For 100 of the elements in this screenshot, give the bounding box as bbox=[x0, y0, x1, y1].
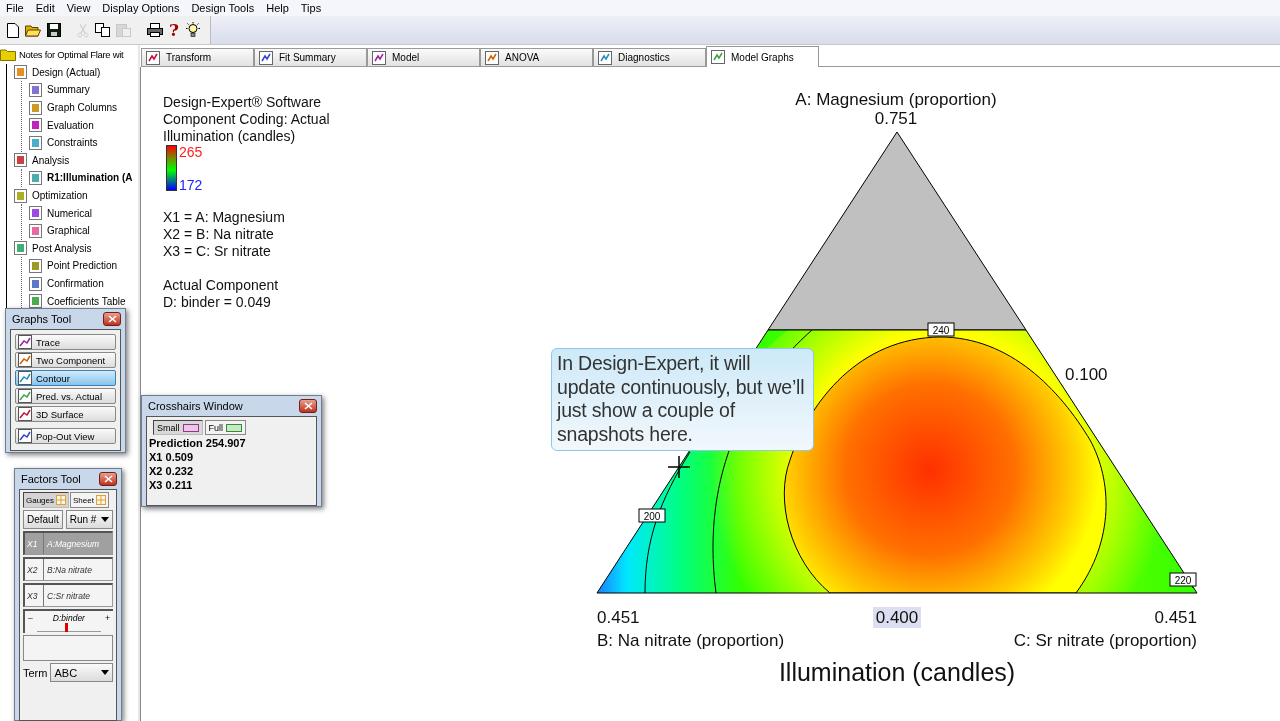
tree-item[interactable]: Summary bbox=[46, 84, 91, 96]
legend-text: D: binder = 0.049 bbox=[163, 294, 272, 311]
document-icon bbox=[29, 100, 42, 115]
tree-item[interactable]: R1:Illumination (A bbox=[46, 172, 134, 184]
graph-type-button[interactable]: 3D Surface bbox=[15, 406, 116, 422]
chart-icon bbox=[598, 50, 612, 65]
legend-text: Design-Expert® Software bbox=[163, 94, 323, 111]
factor-value: X2 0.232 bbox=[149, 464, 195, 478]
document-icon bbox=[29, 83, 42, 97]
crosshair-icon[interactable] bbox=[667, 455, 691, 479]
slider-thumb[interactable] bbox=[64, 623, 68, 632]
factor-gauge[interactable]: X2 B:Na nitrate bbox=[23, 557, 113, 581]
tab[interactable]: Small bbox=[153, 420, 203, 435]
graph-type-button[interactable]: Pred. vs. Actual bbox=[15, 388, 116, 404]
legend-text: X3 = C: Sr nitrate bbox=[163, 243, 272, 260]
document-icon bbox=[14, 65, 27, 80]
axis-value: 0.751 bbox=[874, 109, 918, 128]
tree-item[interactable]: Optimization bbox=[31, 190, 89, 202]
tree-item[interactable]: Notes for Optimal Flare wit bbox=[18, 49, 125, 61]
help-button[interactable]: ? bbox=[166, 19, 182, 41]
minus-label: – bbox=[28, 613, 33, 623]
chart-icon bbox=[485, 50, 499, 65]
document-icon bbox=[7, 22, 19, 38]
tree-item[interactable]: Numerical bbox=[46, 207, 93, 219]
light-bulb-icon bbox=[184, 22, 201, 38]
menu-item[interactable]: Edit bbox=[29, 2, 61, 14]
text-area[interactable] bbox=[23, 635, 113, 661]
tab[interactable]: Gauges bbox=[23, 492, 70, 508]
grid-icon bbox=[95, 495, 106, 505]
tab[interactable]: Full bbox=[204, 420, 247, 435]
tree-item[interactable]: Analysis bbox=[31, 154, 71, 166]
legend-text: Actual Component bbox=[163, 277, 280, 294]
selected-axis-value[interactable]: 0.400 bbox=[873, 607, 921, 628]
color-scale-bar bbox=[166, 145, 177, 191]
close-button[interactable] bbox=[99, 472, 117, 486]
tree-item[interactable]: Coefficients Table bbox=[46, 295, 127, 307]
chart-icon bbox=[18, 389, 32, 403]
axis-title: C: Sr nitrate (proportion) bbox=[1013, 631, 1197, 650]
tab[interactable]: ANOVA bbox=[480, 48, 593, 67]
grid-icon bbox=[56, 495, 67, 505]
tab[interactable]: Transform bbox=[141, 48, 254, 67]
slider[interactable]: – D:binder + bbox=[23, 609, 113, 633]
menu-item[interactable]: Help bbox=[260, 2, 295, 14]
legend-text: Component Coding: Actual bbox=[163, 111, 331, 128]
default-button[interactable]: Default bbox=[23, 510, 63, 529]
term-dropdown[interactable]: ABC bbox=[50, 663, 113, 682]
tab[interactable]: Diagnostics bbox=[593, 48, 706, 67]
term-label: Term bbox=[23, 666, 48, 679]
folder-icon bbox=[25, 23, 41, 37]
graph-type-button[interactable]: Trace bbox=[15, 334, 116, 350]
run-dropdown[interactable]: Run # bbox=[65, 510, 113, 529]
tab[interactable]: Model bbox=[367, 48, 480, 67]
table-icon bbox=[226, 423, 243, 432]
menu-item[interactable]: Tips bbox=[294, 2, 328, 14]
document-icon bbox=[29, 294, 42, 309]
close-button[interactable] bbox=[103, 312, 121, 326]
chart-icon bbox=[18, 335, 32, 349]
factor-gauge[interactable]: X3 C:Sr nitrate bbox=[23, 583, 113, 607]
tab[interactable]: Model Graphs bbox=[706, 46, 819, 67]
axis-value: 0.100 bbox=[1065, 365, 1108, 384]
tree-item[interactable]: Confirmation bbox=[46, 278, 105, 289]
menu-item[interactable]: Design Tools bbox=[185, 2, 261, 14]
document-icon bbox=[29, 223, 42, 238]
menu-item[interactable]: File bbox=[0, 2, 30, 14]
folder-icon bbox=[0, 48, 16, 62]
close-button[interactable] bbox=[299, 399, 317, 413]
menu-item[interactable]: View bbox=[60, 2, 97, 14]
callout: In Design-Expert, it will update continuously, but we’ll just show a couple of snapshots here. bbox=[551, 348, 814, 451]
scale-max-value: 265 bbox=[179, 145, 203, 159]
legend-text: X1 = A: Magnesium bbox=[163, 209, 286, 226]
document-icon bbox=[14, 153, 27, 168]
factor-value: X3 0.211 bbox=[149, 478, 194, 492]
graph-type-button[interactable]: Two Component bbox=[15, 352, 116, 368]
tree-item[interactable]: Graphical bbox=[46, 225, 91, 237]
chart-icon bbox=[18, 429, 32, 443]
chart-icon bbox=[372, 50, 386, 65]
menu-item[interactable]: Display Options bbox=[96, 2, 186, 14]
tree-item[interactable]: Graph Columns bbox=[46, 102, 119, 114]
tree-item[interactable]: Constraints bbox=[46, 137, 99, 149]
document-icon bbox=[29, 206, 42, 221]
axis-title: A: Magnesium (proportion) bbox=[795, 90, 997, 109]
tab[interactable]: Fit Summary bbox=[254, 48, 367, 67]
close-icon bbox=[107, 315, 117, 323]
graph-type-button[interactable]: Pop-Out View bbox=[15, 428, 116, 444]
close-icon bbox=[103, 475, 113, 483]
document-icon bbox=[14, 241, 27, 256]
axis-value: 0.451 bbox=[1154, 608, 1197, 627]
chart-icon bbox=[18, 371, 32, 385]
document-icon bbox=[29, 135, 42, 150]
graph-type-button[interactable]: Contour bbox=[15, 370, 116, 386]
window-title: Graphs Tool bbox=[12, 313, 72, 325]
document-icon bbox=[14, 188, 27, 203]
tree-item[interactable]: Point Prediction bbox=[46, 260, 119, 272]
tree-item[interactable]: Evaluation bbox=[46, 119, 95, 131]
document-icon bbox=[29, 170, 42, 185]
slider-label: D:binder bbox=[52, 613, 85, 623]
tree-item[interactable]: Design (Actual) bbox=[31, 66, 102, 78]
tree-item[interactable]: Post Analysis bbox=[31, 242, 93, 254]
tab[interactable]: Sheet bbox=[70, 492, 109, 508]
caret-icon bbox=[101, 670, 109, 675]
